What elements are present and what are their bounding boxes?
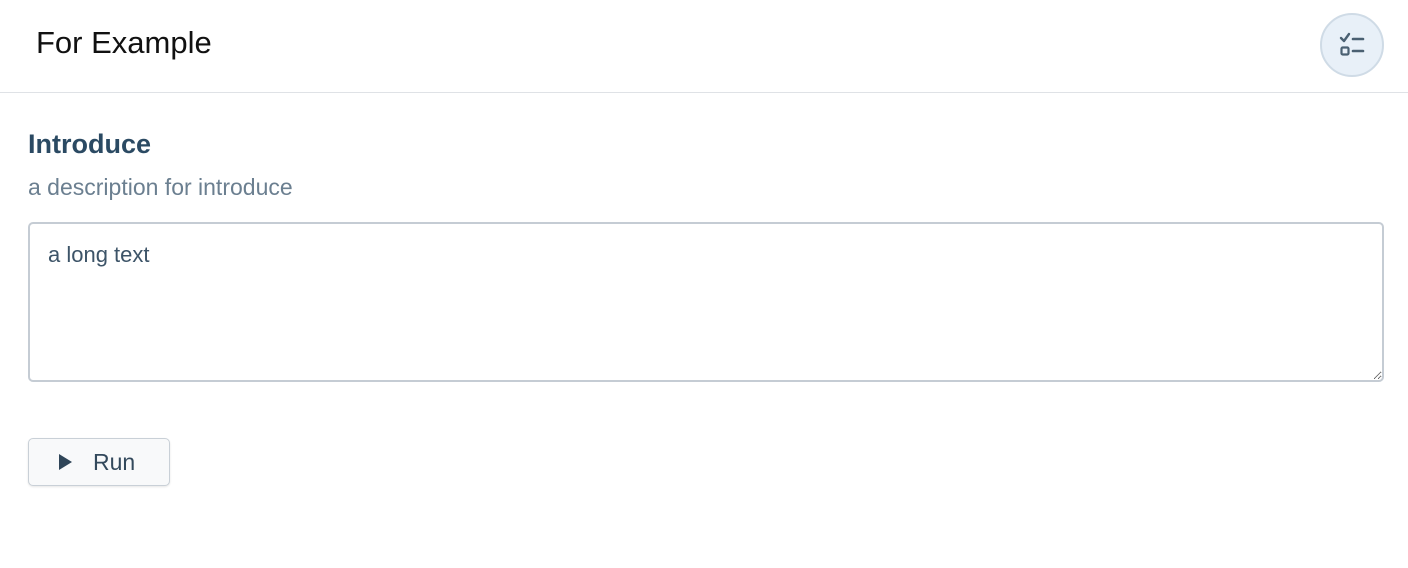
field-description: a description for introduce [28, 174, 293, 200]
app-header: For Example [0, 0, 1408, 93]
run-button-label: Run [93, 449, 136, 475]
field-title: Introduce [28, 129, 152, 159]
checklist-button[interactable] [1320, 13, 1384, 77]
app-title: For Example [36, 25, 212, 60]
run-button[interactable]: Run [28, 438, 170, 486]
checklist-icon [1339, 32, 1365, 56]
introduce-textarea[interactable] [28, 222, 1384, 382]
play-icon [59, 454, 72, 470]
